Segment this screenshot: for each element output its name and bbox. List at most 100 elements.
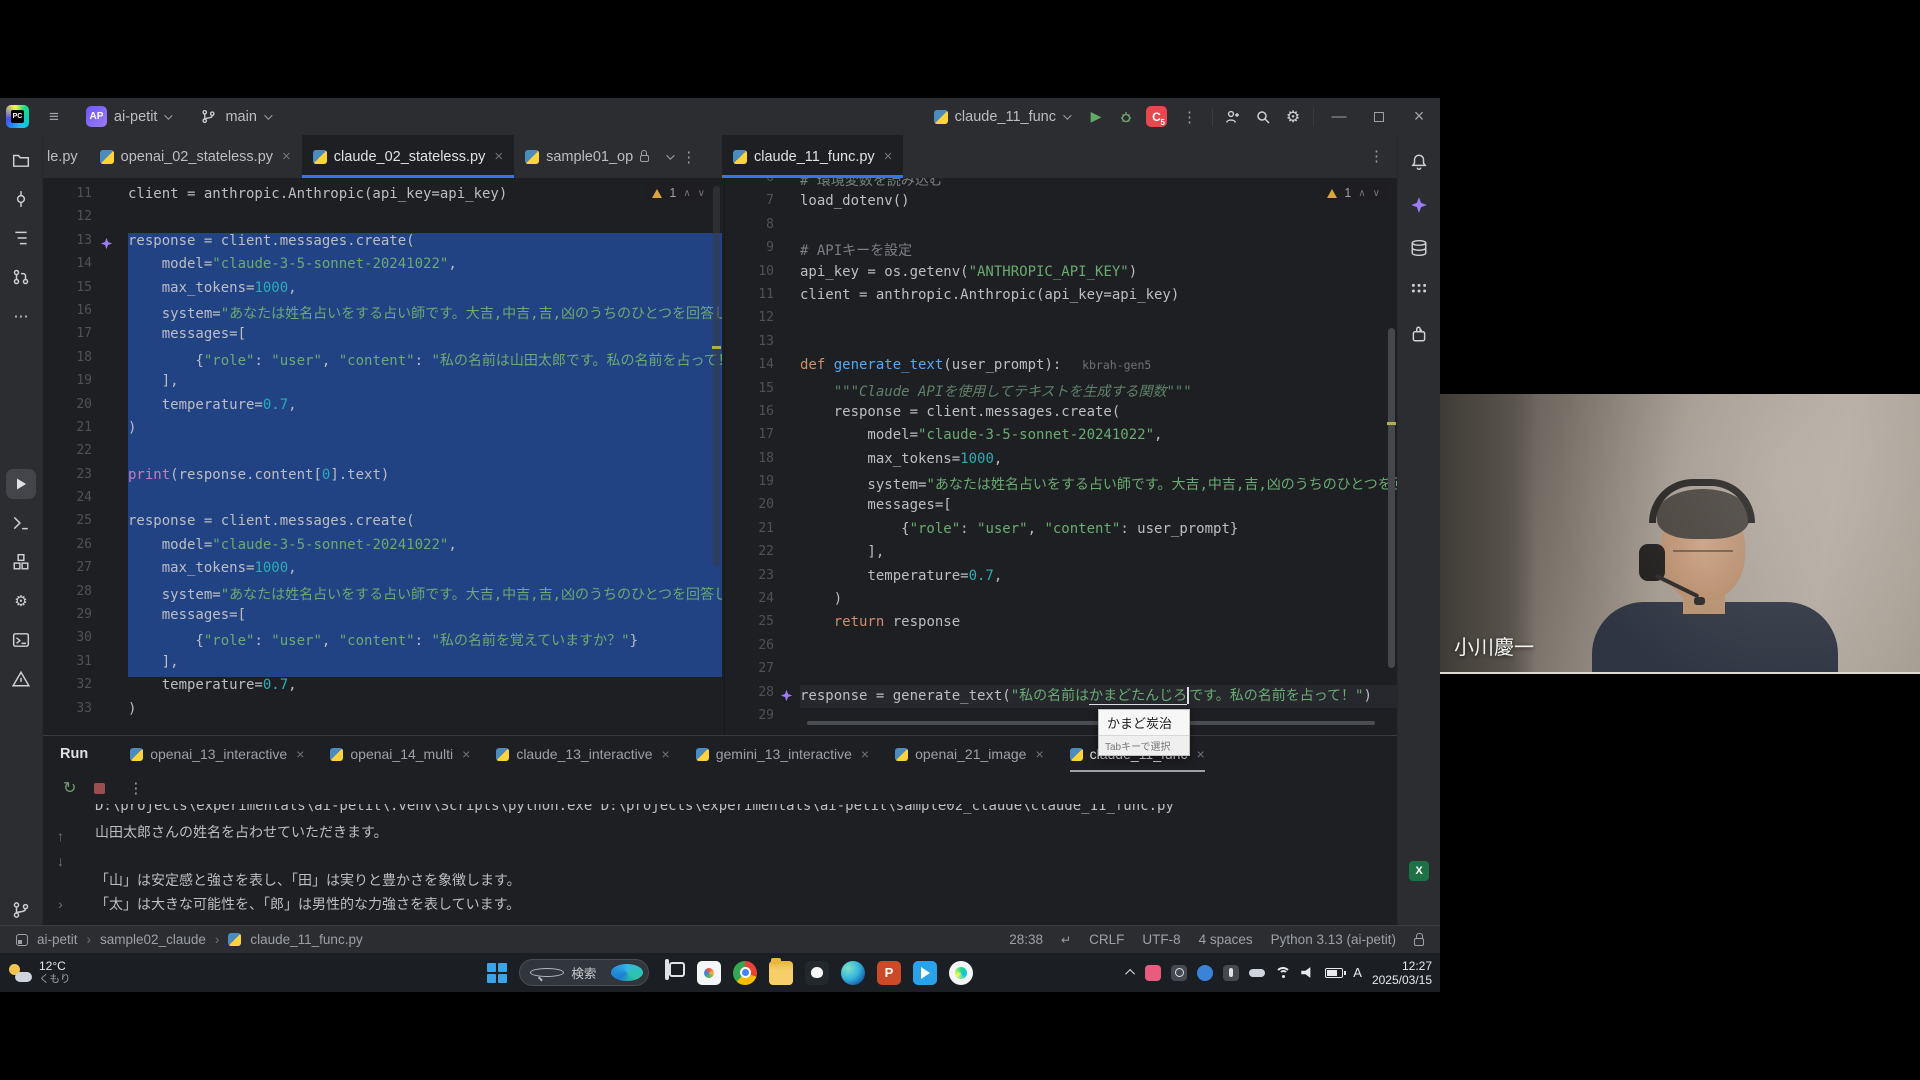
more-actions-icon[interactable]: ⋮ xyxy=(1177,108,1202,126)
line-number[interactable]: 16 xyxy=(43,303,128,326)
tray-overflow-chevron-icon[interactable] xyxy=(1125,969,1135,979)
wifi-icon[interactable] xyxy=(1275,967,1291,979)
workspace-icon[interactable] xyxy=(16,934,28,946)
line-number[interactable]: 19 xyxy=(43,373,128,396)
notifications-bell-icon[interactable] xyxy=(1404,147,1434,177)
line-number[interactable]: 12 xyxy=(43,209,128,232)
line-number[interactable]: 30 xyxy=(43,630,128,653)
battery-icon[interactable] xyxy=(1325,968,1343,978)
pane-divider[interactable] xyxy=(724,178,725,735)
line-number[interactable]: 14 xyxy=(43,256,128,279)
line-number[interactable]: 19 xyxy=(729,474,800,497)
editor-tab-openai_02_stateless.py[interactable]: openai_02_stateless.py× xyxy=(89,135,302,178)
code-line[interactable]: model="claude-3-5-sonnet-20241022", xyxy=(128,256,722,279)
line-number[interactable]: 31 xyxy=(43,654,128,677)
line-number[interactable]: 15 xyxy=(729,381,800,404)
code-line[interactable] xyxy=(800,334,1397,357)
run-tool-icon[interactable] xyxy=(6,469,36,499)
editor-left-code[interactable]: client = anthropic.Anthropic(api_key=api… xyxy=(128,178,722,724)
run-tab-openai_14_multi[interactable]: openai_14_multi× xyxy=(330,736,470,772)
indent-selector[interactable]: 4 spaces xyxy=(1199,932,1253,947)
code-line[interactable]: return response xyxy=(800,614,1397,637)
run-console[interactable]: ↑ ↓ › D:\projects\experimentals\ai-petit… xyxy=(43,804,1397,925)
code-line[interactable]: model="claude-3-5-sonnet-20241022", xyxy=(128,537,722,560)
code-line[interactable]: def generate_text(user_prompt): kbrah-ge… xyxy=(800,357,1397,380)
taskbar-search-box[interactable]: 検索 xyxy=(519,959,649,986)
tray-app-icon[interactable] xyxy=(1145,965,1161,981)
line-number[interactable]: 21 xyxy=(43,420,128,443)
code-line[interactable]: ], xyxy=(800,544,1397,567)
task-view-icon[interactable] xyxy=(661,961,685,985)
line-number[interactable]: 24 xyxy=(43,490,128,513)
clock-widget[interactable]: 12:27 2025/03/15 xyxy=(1372,959,1432,987)
code-line[interactable]: # APIキーを設定 xyxy=(800,240,1397,263)
problems-tool-icon[interactable] xyxy=(6,664,36,694)
line-number[interactable]: 28 xyxy=(43,584,128,607)
line-number[interactable]: 9 xyxy=(729,240,800,263)
code-line[interactable]: temperature=0.7, xyxy=(128,677,722,700)
code-line[interactable]: ) xyxy=(128,420,722,443)
code-line[interactable]: client = anthropic.Anthropic(api_key=api… xyxy=(800,287,1397,310)
code-line[interactable] xyxy=(128,443,722,466)
line-number[interactable]: 17 xyxy=(729,427,800,450)
code-line[interactable]: ) xyxy=(128,701,722,724)
python-packages-tool-icon[interactable] xyxy=(6,547,36,577)
github-desktop-icon[interactable] xyxy=(805,961,829,985)
line-number[interactable]: 26 xyxy=(729,638,800,661)
line-number[interactable]: 7 xyxy=(729,193,800,216)
line-number[interactable]: 23 xyxy=(43,467,128,490)
run-button[interactable]: ▶ xyxy=(1086,107,1106,127)
next-problem-icon[interactable]: ∨ xyxy=(1373,188,1380,199)
ime-candidate[interactable]: かまど炭治 xyxy=(1099,710,1189,735)
mic-tray-icon[interactable] xyxy=(1223,965,1239,981)
close-tab-icon[interactable]: × xyxy=(662,746,670,762)
code-line[interactable] xyxy=(800,661,1397,684)
run-tab-openai_13_interactive[interactable]: openai_13_interactive× xyxy=(130,736,304,772)
code-line[interactable]: """Claude APIを使用してテキストを生成する関数""" xyxy=(800,381,1397,404)
line-number[interactable]: 13 xyxy=(729,334,800,357)
editor-right-code[interactable]: # 環境変数を読み込むload_dotenv()# APIキーを設定api_ke… xyxy=(800,178,1397,731)
settings-gear-icon[interactable]: ⚙ xyxy=(1283,107,1303,127)
code-line[interactable]: model="claude-3-5-sonnet-20241022", xyxy=(800,427,1397,450)
editor-left-gutter[interactable]: 1112131415161718192021222324252627282930… xyxy=(43,178,128,724)
line-number[interactable]: 10 xyxy=(729,264,800,287)
code-line[interactable] xyxy=(128,209,722,232)
code-line[interactable]: ], xyxy=(128,654,722,677)
run-config-selector[interactable]: claude_11_func xyxy=(927,106,1076,128)
c5-plugin-badge[interactable]: C5 xyxy=(1146,106,1167,127)
terminal-tool-icon[interactable] xyxy=(6,625,36,655)
ime-mode-indicator[interactable]: A xyxy=(1353,965,1362,980)
close-tab-icon[interactable]: × xyxy=(462,746,470,762)
code-line[interactable] xyxy=(800,638,1397,661)
prev-problem-icon[interactable]: ∧ xyxy=(1358,188,1365,199)
scroll-to-end-icon[interactable]: › xyxy=(58,896,63,912)
line-number[interactable]: 21 xyxy=(729,521,800,544)
editor-tab-claude_02_stateless.py[interactable]: claude_02_stateless.py× xyxy=(302,135,514,178)
line-number[interactable]: 23 xyxy=(729,568,800,591)
line-ending-selector[interactable]: CRLF xyxy=(1089,932,1124,947)
stop-icon[interactable] xyxy=(94,783,105,794)
editor-tab-sample01_op[interactable]: sample01_op xyxy=(514,135,660,178)
line-number[interactable]: 32 xyxy=(43,677,128,700)
encoding-selector[interactable]: UTF-8 xyxy=(1142,932,1180,947)
maximize-button[interactable] xyxy=(1364,103,1394,131)
code-with-me-icon[interactable] xyxy=(1223,107,1243,127)
close-tab-icon[interactable]: × xyxy=(1196,746,1204,762)
close-tab-icon[interactable]: × xyxy=(494,148,503,165)
camera-tray-icon[interactable] xyxy=(1171,965,1187,981)
scrollbar[interactable] xyxy=(713,186,720,566)
line-number[interactable]: 22 xyxy=(729,544,800,567)
breadcrumb-item[interactable]: ai-petit xyxy=(37,932,78,947)
debug-button[interactable] xyxy=(1116,107,1136,127)
weather-widget[interactable]: 12°Cくもり xyxy=(8,960,71,985)
code-line[interactable]: load_dotenv() xyxy=(800,193,1397,216)
line-number[interactable]: 11 xyxy=(43,186,128,209)
volume-icon[interactable] xyxy=(1301,967,1315,979)
code-line[interactable]: {"role": "user", "content": user_prompt} xyxy=(800,521,1397,544)
ai-gutter-icon[interactable] xyxy=(780,689,794,703)
up-stack-icon[interactable]: ↑ xyxy=(57,828,64,844)
line-number[interactable]: 20 xyxy=(43,397,128,420)
code-line[interactable]: system="あなたは姓名占いをする占い師です。大吉,中吉,吉,凶のうちのひと… xyxy=(800,474,1397,497)
cursor-position[interactable]: 28:38 xyxy=(1009,932,1043,947)
line-number[interactable]: 16 xyxy=(729,404,800,427)
